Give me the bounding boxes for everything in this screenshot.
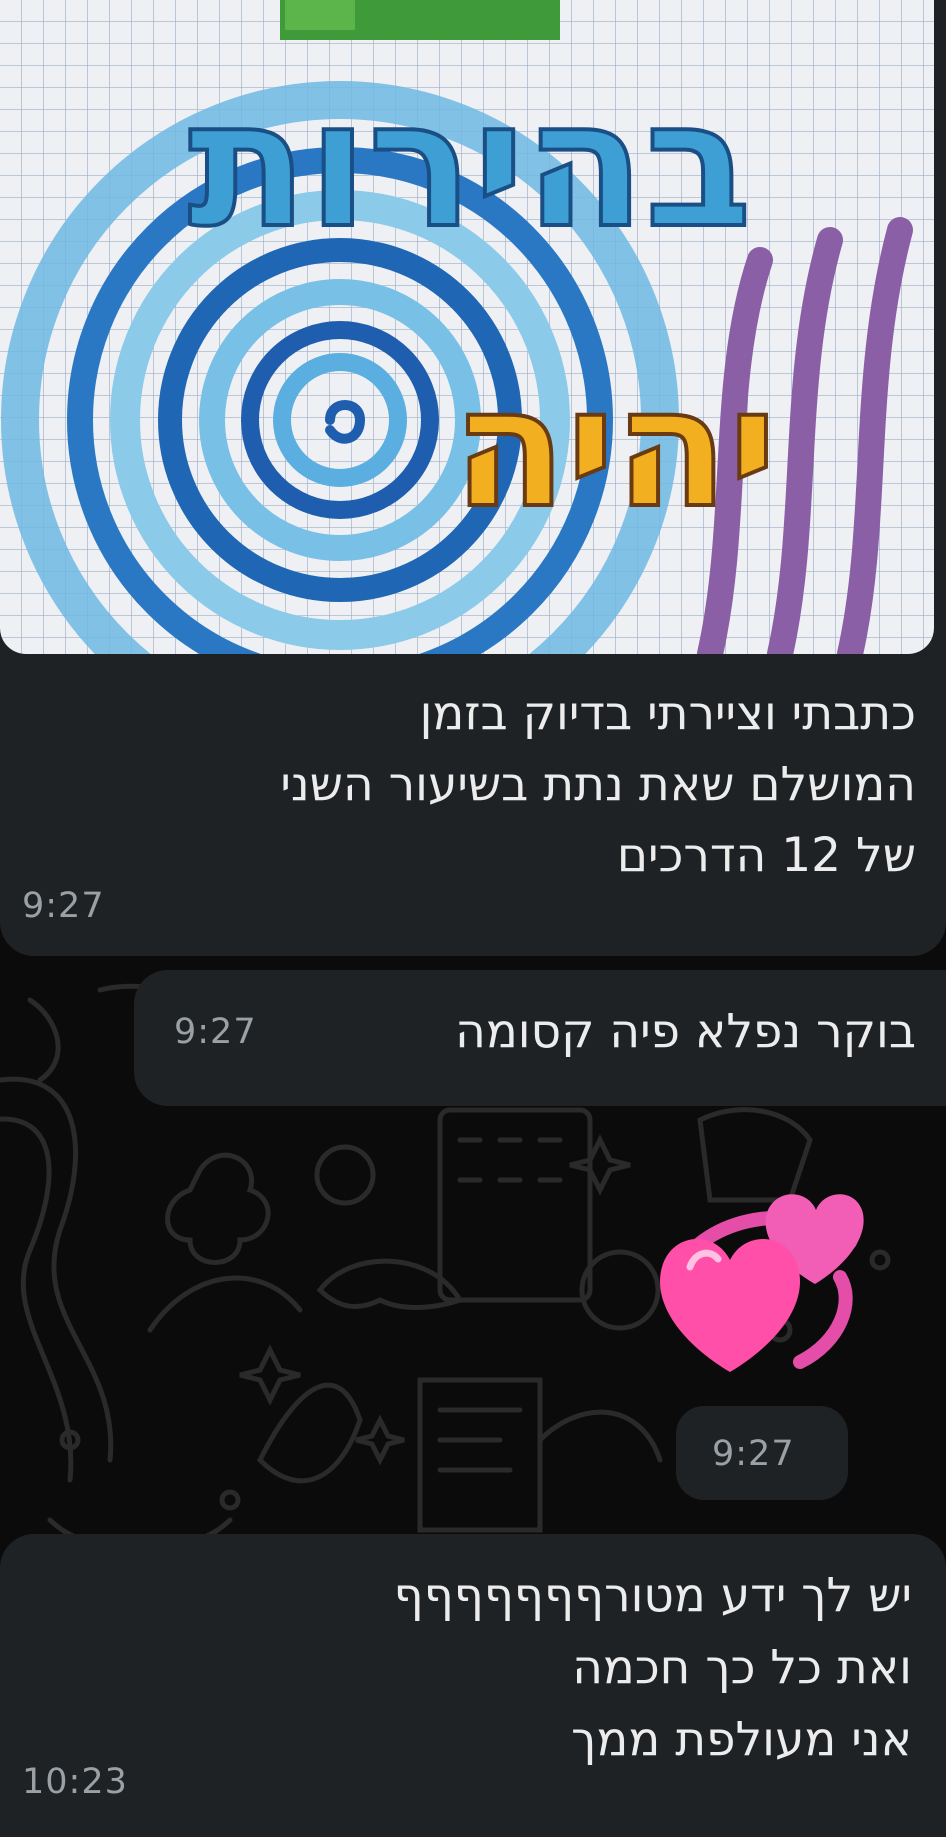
- message-line: ואת כל כך חכמה: [572, 1640, 912, 1695]
- text-message-bubble[interactable]: בוקר נפלא פיה קסומה 9:27: [134, 970, 946, 1106]
- caption-line: של 12 הדרכים: [616, 828, 916, 883]
- caption-line: כתבתי וציירתי בדיוק בזמן: [419, 686, 916, 741]
- text-message-bubble[interactable]: יש לך ידע מטורףףףףףףף ואת כל כך חכמה אני…: [0, 1534, 946, 1837]
- message-timestamp: 10:23: [22, 1762, 128, 1802]
- emoji-timestamp-pill: 9:27: [676, 1406, 848, 1500]
- image-title-text: בהירות: [188, 64, 751, 267]
- message-line: אני מעולפת ממך: [571, 1712, 912, 1767]
- message-timestamp: 9:27: [712, 1434, 795, 1474]
- revolving-hearts-emoji[interactable]: [650, 1172, 870, 1392]
- caption-line: המושלם שאת נתת בשיעור השני: [280, 757, 916, 812]
- message-text: בוקר נפלא פיה קסומה: [455, 1004, 916, 1059]
- image-message-bubble[interactable]: בהירות יהיה כתבתי וציירתי בדיוק בזמן המו…: [0, 0, 946, 956]
- shared-drawing-photo[interactable]: בהירות יהיה: [0, 0, 934, 654]
- message-timestamp: 9:27: [22, 886, 105, 926]
- message-timestamp: 9:27: [174, 1012, 257, 1052]
- message-text: יש לך ידע מטורףףףףףףף ואת כל כך חכמה אני…: [92, 1560, 912, 1776]
- message-line: יש לך ידע מטורףףףףףףף: [393, 1568, 912, 1623]
- image-subtitle-text: יהיה: [453, 352, 777, 544]
- image-caption: כתבתי וציירתי בדיוק בזמן המושלם שאת נתת …: [56, 678, 916, 891]
